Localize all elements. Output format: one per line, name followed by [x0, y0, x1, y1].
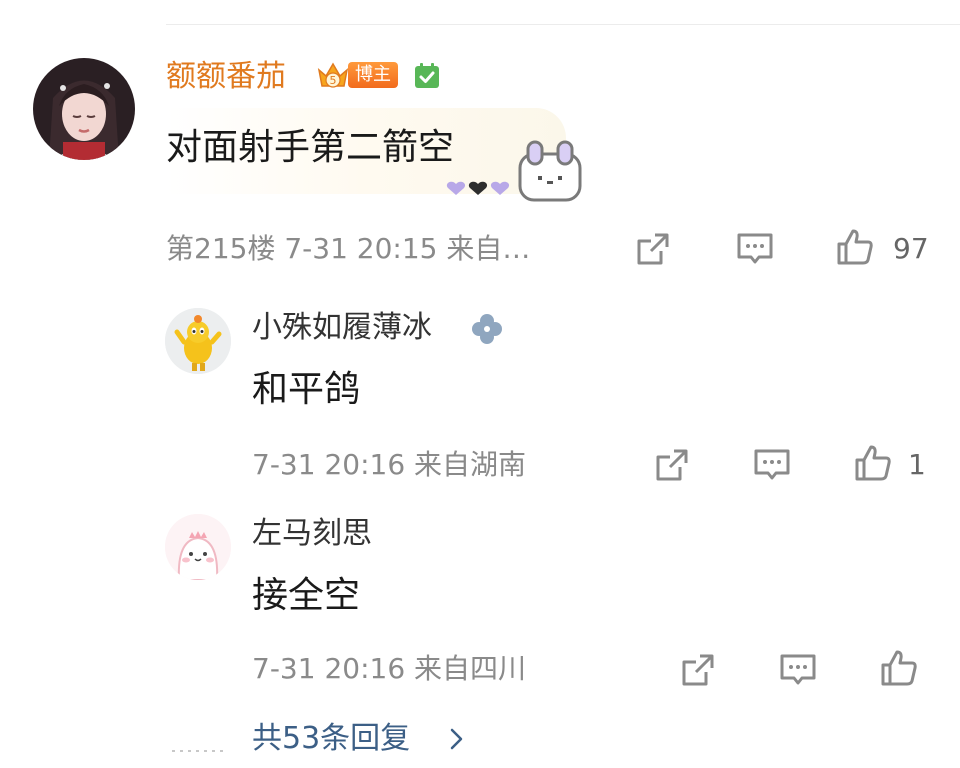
reply-author-name[interactable]: 小殊如履薄冰	[252, 310, 432, 346]
reply-text: 接全空	[252, 575, 361, 616]
chevron-right-icon[interactable]	[444, 727, 468, 751]
share-icon[interactable]	[678, 650, 718, 690]
comment-icon[interactable]	[778, 650, 818, 690]
like-count: 1	[908, 448, 926, 481]
comment-icon[interactable]	[752, 445, 792, 485]
author-name[interactable]: 额额番茄	[166, 59, 286, 95]
comment-meta: 第215楼 7-31 20:15 来自…	[166, 232, 531, 265]
share-icon[interactable]	[652, 445, 692, 485]
crown-level-icon: 5	[316, 58, 350, 92]
comment-icon[interactable]	[735, 229, 775, 269]
author-avatar[interactable]	[33, 58, 135, 160]
reply-meta: 7-31 20:16 来自四川	[252, 652, 527, 685]
blogger-badge: 博主	[348, 62, 398, 88]
top-divider	[166, 24, 960, 25]
view-more-replies-link[interactable]: 共53条回复	[252, 720, 410, 758]
dotted-separator	[172, 738, 228, 752]
bunny-sticker-icon	[438, 140, 588, 206]
reply-avatar[interactable]	[165, 514, 231, 580]
thumbs-up-icon[interactable]	[835, 227, 875, 267]
like-count: 97	[893, 232, 929, 265]
reply-text: 和平鸽	[252, 369, 361, 410]
reply-author-name[interactable]: 左马刻思	[252, 516, 372, 552]
verified-check-icon	[412, 61, 442, 91]
thumbs-up-icon[interactable]	[853, 443, 893, 483]
reply-avatar[interactable]	[165, 308, 231, 374]
reply-meta: 7-31 20:16 来自湖南	[252, 448, 527, 481]
comment-text: 对面射手第二箭空	[166, 127, 455, 168]
share-icon[interactable]	[633, 229, 673, 269]
thumbs-up-icon[interactable]	[879, 648, 919, 688]
clover-icon	[468, 310, 506, 348]
crown-level: 5	[330, 74, 337, 87]
